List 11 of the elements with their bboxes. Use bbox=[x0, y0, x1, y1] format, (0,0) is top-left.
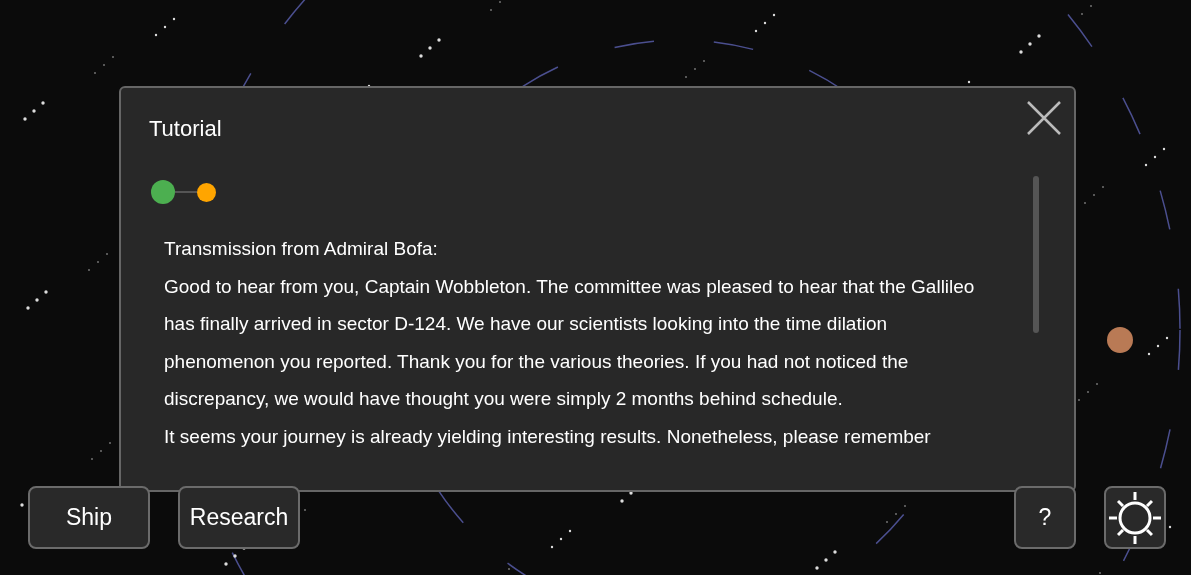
nav-button[interactable]: Ship bbox=[28, 486, 150, 549]
theme-button[interactable] bbox=[1104, 486, 1166, 549]
dialog-title: Tutorial bbox=[149, 116, 222, 143]
message-paragraph: It seems your journey is already yielding interesting results. Nonetheless, please remember bbox=[164, 424, 932, 449]
sun-icon bbox=[1109, 491, 1161, 544]
nav-button[interactable]: Research bbox=[178, 486, 300, 549]
help-button[interactable]: ? bbox=[1014, 486, 1076, 549]
close-button[interactable] bbox=[1026, 100, 1062, 136]
message-paragraph: Good to hear from you, Captain Wobbleton. The committee was pleased to hear that the Gallileo has finally arrived in sector D-124. We have our scientists looking into the time dilation phenomenon you reported. Thank you for the various theories. If you had not noticed the discrepancy, we would have thought you were simply 2 months behind schedule. bbox=[164, 274, 976, 412]
scrollbar-thumb[interactable] bbox=[1033, 176, 1039, 333]
message-paragraph: Transmission from Admiral Bofa: bbox=[164, 237, 439, 261]
